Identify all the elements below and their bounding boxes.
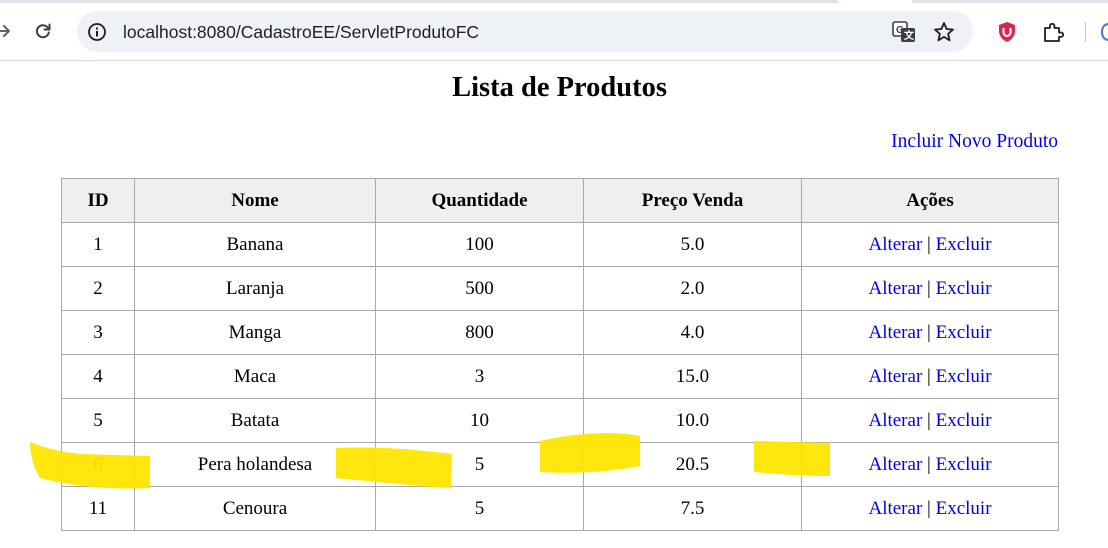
separator: | [927, 321, 931, 343]
cell-preco: 4.0 [583, 310, 802, 355]
cell-acoes: Alterar | Excluir [801, 266, 1059, 311]
excluir-link[interactable]: Excluir [936, 410, 992, 431]
table-row: 2 Laranja 500 2.0 Alterar | Excluir [61, 266, 1059, 311]
cell-id: 5 [61, 398, 135, 443]
reload-icon [35, 23, 51, 39]
arrow-right-icon [0, 25, 10, 37]
separator: | [927, 453, 931, 475]
cell-acoes: Alterar | Excluir [801, 310, 1059, 355]
excluir-link[interactable]: Excluir [936, 278, 992, 299]
separator: | [927, 365, 931, 387]
table-row: 1 Banana 100 5.0 Alterar | Excluir [61, 222, 1059, 267]
cell-nome: Banana [134, 222, 376, 267]
cell-id: 3 [61, 310, 135, 355]
cell-nome: Batata [134, 398, 376, 443]
header-id: ID [61, 178, 135, 223]
add-product-link[interactable]: Incluir Novo Produto [891, 130, 1058, 154]
table-row: 3 Manga 800 4.0 Alterar | Excluir [61, 310, 1059, 355]
cell-acoes: Alterar | Excluir [801, 222, 1059, 267]
cell-nome: Manga [134, 310, 376, 355]
separator: | [927, 409, 931, 431]
product-table: ID Nome Quantidade Preço Venda Ações 1 B… [61, 178, 1059, 531]
cell-nome: Cenoura [134, 486, 376, 531]
header-nome: Nome [134, 178, 376, 223]
cell-id: 4 [61, 354, 135, 399]
cell-nome: Maca [134, 354, 376, 399]
toolbar-divider [1085, 22, 1086, 42]
puzzle-icon[interactable] [1041, 20, 1065, 44]
shield-u-icon[interactable] [997, 21, 1017, 43]
forward-button[interactable] [0, 18, 16, 44]
cell-quantidade: 500 [375, 266, 584, 311]
cell-id: 2 [61, 266, 135, 311]
table-row: 11 Cenoura 5 7.5 Alterar | Excluir [61, 486, 1059, 531]
cell-acoes: Alterar | Excluir [801, 398, 1059, 443]
alterar-link[interactable]: Alterar [868, 454, 922, 475]
excluir-link[interactable]: Excluir [936, 498, 992, 519]
cell-id: 6 [61, 442, 135, 487]
excluir-link[interactable]: Excluir [936, 366, 992, 387]
separator: | [927, 497, 931, 519]
info-icon[interactable] [87, 22, 107, 42]
alterar-link[interactable]: Alterar [868, 278, 922, 299]
star-icon[interactable] [933, 21, 955, 43]
cell-nome: Laranja [134, 266, 376, 311]
excluir-link[interactable]: Excluir [936, 322, 992, 343]
cell-preco: 5.0 [583, 222, 802, 267]
table-row: 5 Batata 10 10.0 Alterar | Excluir [61, 398, 1059, 443]
separator: | [927, 277, 931, 299]
cell-quantidade: 3 [375, 354, 584, 399]
cell-nome: Pera holandesa [134, 442, 376, 487]
header-quantidade: Quantidade [375, 178, 584, 223]
tab-strip [0, 0, 1108, 3]
cell-preco: 10.0 [583, 398, 802, 443]
cell-quantidade: 5 [375, 486, 584, 531]
browser-toolbar: localhost:8080/CadastroEE/ServletProduto… [0, 0, 1108, 61]
cell-quantidade: 10 [375, 398, 584, 443]
translate-icon[interactable]: G 文 [892, 21, 916, 43]
cell-id: 11 [61, 486, 135, 531]
cell-preco: 7.5 [583, 486, 802, 531]
cell-acoes: Alterar | Excluir [801, 486, 1059, 531]
cell-acoes: Alterar | Excluir [801, 442, 1059, 487]
page-title: Lista de Produtos [452, 72, 667, 103]
alterar-link[interactable]: Alterar [868, 410, 922, 431]
cell-preco: 2.0 [583, 266, 802, 311]
table-row: 6 Pera holandesa 5 20.5 Alterar | Exclui… [61, 442, 1059, 487]
excluir-link[interactable]: Excluir [936, 234, 992, 255]
cell-id: 1 [61, 222, 135, 267]
alterar-link[interactable]: Alterar [868, 498, 922, 519]
url-text[interactable]: localhost:8080/CadastroEE/ServletProduto… [123, 22, 479, 42]
address-bar[interactable]: localhost:8080/CadastroEE/ServletProduto… [77, 11, 973, 52]
cell-quantidade: 100 [375, 222, 584, 267]
cell-preco: 20.5 [583, 442, 802, 487]
table-header-row: ID Nome Quantidade Preço Venda Ações [61, 178, 1059, 223]
header-acoes: Ações [801, 178, 1059, 223]
alterar-link[interactable]: Alterar [868, 234, 922, 255]
profile-icon[interactable] [1099, 20, 1108, 44]
excluir-link[interactable]: Excluir [936, 454, 992, 475]
svg-text:文: 文 [904, 29, 915, 42]
header-preco-venda: Preço Venda [583, 178, 802, 223]
cell-quantidade: 5 [375, 442, 584, 487]
reload-button[interactable] [30, 18, 56, 44]
cell-quantidade: 800 [375, 310, 584, 355]
cell-acoes: Alterar | Excluir [801, 354, 1059, 399]
table-row: 4 Maca 3 15.0 Alterar | Excluir [61, 354, 1059, 399]
cell-preco: 15.0 [583, 354, 802, 399]
separator: | [927, 233, 931, 255]
alterar-link[interactable]: Alterar [868, 322, 922, 343]
alterar-link[interactable]: Alterar [868, 366, 922, 387]
